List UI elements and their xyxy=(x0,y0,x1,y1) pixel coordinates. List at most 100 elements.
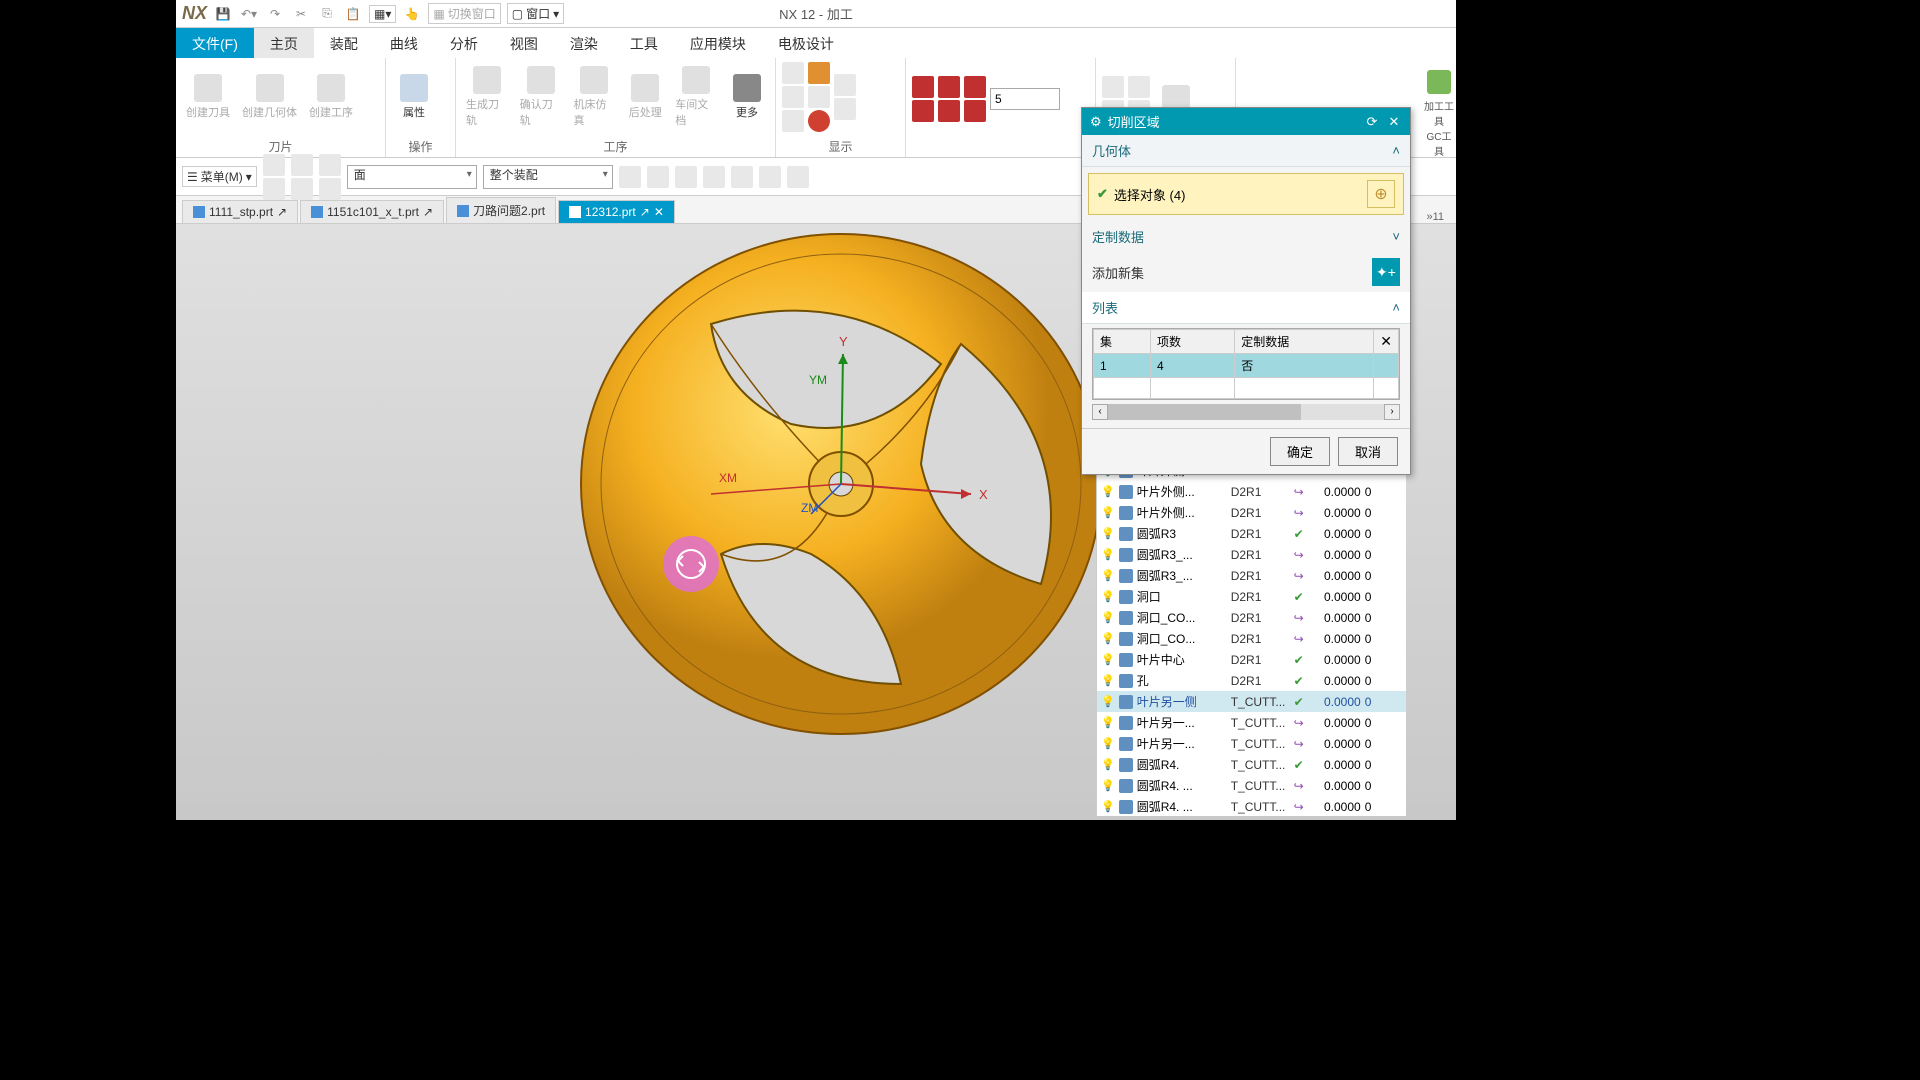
copy-icon[interactable]: ⎘ xyxy=(317,4,337,24)
lightbulb-icon[interactable]: 💡 xyxy=(1101,800,1115,813)
operation-row[interactable]: 💡洞口_CO...D2R1↪0.00000 xyxy=(1097,628,1406,649)
play-next-icon[interactable] xyxy=(938,100,960,122)
target-icon[interactable]: ⊕ xyxy=(1367,180,1395,208)
create-operation-button[interactable]: 创建工序 xyxy=(305,70,357,124)
ok-button[interactable]: 确定 xyxy=(1270,437,1330,466)
lightbulb-icon[interactable]: 💡 xyxy=(1101,485,1115,498)
sel-mode-4[interactable] xyxy=(291,178,313,200)
operation-row[interactable]: 💡叶片外侧...D2R1↪0.00000 xyxy=(1097,502,1406,523)
operation-row[interactable]: 💡圆弧R3_...D2R1↪0.00000 xyxy=(1097,544,1406,565)
window-menu-dropdown[interactable]: ▢ 窗口 ▾ xyxy=(507,3,564,24)
lightbulb-icon[interactable]: 💡 xyxy=(1101,632,1115,645)
operation-row[interactable]: 💡孔D2R1✔0.00000 xyxy=(1097,670,1406,691)
menu-electrode[interactable]: 电极设计 xyxy=(762,28,850,58)
sel-mode-6[interactable] xyxy=(319,178,341,200)
lightbulb-icon[interactable]: 💡 xyxy=(1101,653,1115,666)
col-set[interactable]: 集 xyxy=(1094,330,1151,354)
sel-tool-3[interactable] xyxy=(675,166,697,188)
redo-icon[interactable]: ↷ xyxy=(265,4,285,24)
lightbulb-icon[interactable]: 💡 xyxy=(1101,716,1115,729)
dialog-titlebar[interactable]: ⚙ 切削区域 ⟳ ✕ xyxy=(1082,108,1410,135)
undo-icon[interactable]: ↶▾ xyxy=(239,4,259,24)
create-tool-button[interactable]: 创建刀具 xyxy=(182,70,234,124)
display-small-6[interactable] xyxy=(808,110,830,132)
operation-row[interactable]: 💡叶片外侧...D2R1↪0.00000 xyxy=(1097,481,1406,502)
menu-analysis[interactable]: 分析 xyxy=(434,28,494,58)
menu-file[interactable]: 文件(F) xyxy=(176,28,254,58)
more-button[interactable]: 更多 xyxy=(725,70,769,124)
sel-tool-7[interactable] xyxy=(787,166,809,188)
sel-tool-1[interactable] xyxy=(619,166,641,188)
menu-view[interactable]: 视图 xyxy=(494,28,554,58)
display-small-2[interactable] xyxy=(782,86,804,108)
play-speed-input[interactable] xyxy=(990,88,1060,110)
misc-3[interactable] xyxy=(1128,76,1150,98)
menu-app[interactable]: 应用模块 xyxy=(674,28,762,58)
create-geometry-button[interactable]: 创建几何体 xyxy=(238,70,301,124)
reset-icon[interactable]: ⟳ xyxy=(1364,114,1380,130)
tab-4[interactable]: 12312.prt↗✕ xyxy=(558,200,675,223)
lightbulb-icon[interactable]: 💡 xyxy=(1101,590,1115,603)
remove-icon[interactable]: ✕ xyxy=(1374,330,1399,354)
tab-ext-icon[interactable]: ↗ xyxy=(640,205,650,219)
menu-dropdown[interactable]: ☰ 菜单(M) ▾ xyxy=(182,166,257,187)
lightbulb-icon[interactable]: 💡 xyxy=(1101,737,1115,750)
col-count[interactable]: 项数 xyxy=(1150,330,1234,354)
close-icon[interactable]: ✕ xyxy=(1386,114,1402,130)
operation-row[interactable]: 💡圆弧R4. ...T_CUTT...↪0.00000 xyxy=(1097,796,1406,816)
display-small-5[interactable] xyxy=(808,86,830,108)
shop-doc-button[interactable]: 车间文档 xyxy=(671,62,721,132)
operation-row[interactable]: 💡圆弧R4. ...T_CUTT...↪0.00000 xyxy=(1097,775,1406,796)
table-row[interactable]: 1 4 否 xyxy=(1094,354,1399,378)
set-list-table[interactable]: 集 项数 定制数据 ✕ 1 4 否 xyxy=(1092,328,1400,400)
operation-row[interactable]: 💡叶片中心D2R1✔0.00000 xyxy=(1097,649,1406,670)
play-first-icon[interactable] xyxy=(912,76,934,98)
display-small-3[interactable] xyxy=(782,110,804,132)
play-back-icon[interactable] xyxy=(938,76,960,98)
tab-1[interactable]: 1111_stp.prt↗ xyxy=(182,200,298,223)
display-small-4[interactable] xyxy=(808,62,830,84)
play-last-icon[interactable] xyxy=(964,76,986,98)
generate-toolpath-button[interactable]: 生成刀轨 xyxy=(462,62,512,132)
menu-assembly[interactable]: 装配 xyxy=(314,28,374,58)
tab-close-icon[interactable]: ✕ xyxy=(654,205,664,219)
scroll-left-icon[interactable]: ‹ xyxy=(1092,404,1108,420)
sel-mode-1[interactable] xyxy=(263,154,285,176)
verify-toolpath-button[interactable]: 确认刀轨 xyxy=(516,62,566,132)
operation-row[interactable]: 💡洞口D2R1✔0.00000 xyxy=(1097,586,1406,607)
lightbulb-icon[interactable]: 💡 xyxy=(1101,569,1115,582)
sel-tool-2[interactable] xyxy=(647,166,669,188)
lightbulb-icon[interactable]: 💡 xyxy=(1101,506,1115,519)
list-section-header[interactable]: 列表 ˄ xyxy=(1082,292,1410,324)
lightbulb-icon[interactable]: 💡 xyxy=(1101,695,1115,708)
display-small-1[interactable] xyxy=(782,62,804,84)
play-end-icon[interactable] xyxy=(964,100,986,122)
tab-overflow[interactable]: »11 xyxy=(1426,211,1450,223)
sel-tool-6[interactable] xyxy=(759,166,781,188)
tab-ext-icon[interactable]: ↗ xyxy=(423,205,433,219)
lightbulb-icon[interactable]: 💡 xyxy=(1101,611,1115,624)
menu-render[interactable]: 渲染 xyxy=(554,28,614,58)
lightbulb-icon[interactable]: 💡 xyxy=(1101,527,1115,540)
display-small-7[interactable] xyxy=(834,74,856,96)
sel-tool-5[interactable] xyxy=(731,166,753,188)
custom-data-row[interactable]: 定制数据 ˅ xyxy=(1082,221,1410,252)
lightbulb-icon[interactable]: 💡 xyxy=(1101,779,1115,792)
select-object-row[interactable]: ✔ 选择对象 (4) ⊕ xyxy=(1088,173,1404,215)
operation-row[interactable]: 💡圆弧R3_...D2R1↪0.00000 xyxy=(1097,565,1406,586)
operation-row[interactable]: 💡叶片另一...T_CUTT...↪0.00000 xyxy=(1097,712,1406,733)
operation-navigator[interactable]: 💡叶片外侧D2R1✔0.00000💡叶片外侧...D2R1↪0.00000💡叶片… xyxy=(1096,460,1406,816)
operation-row[interactable]: 💡圆弧R4.T_CUTT...✔0.00000 xyxy=(1097,754,1406,775)
operation-row[interactable]: 💡叶片另一侧T_CUTT...✔0.00000 xyxy=(1097,691,1406,712)
cancel-button[interactable]: 取消 xyxy=(1338,437,1398,466)
touch-icon[interactable]: 👆 xyxy=(402,4,422,24)
operation-row[interactable]: 💡洞口_CO...D2R1↪0.00000 xyxy=(1097,607,1406,628)
tab-3[interactable]: 刀路问题2.prt xyxy=(446,197,556,223)
menu-curve[interactable]: 曲线 xyxy=(374,28,434,58)
lightbulb-icon[interactable]: 💡 xyxy=(1101,758,1115,771)
sel-mode-3[interactable] xyxy=(291,154,313,176)
scroll-right-icon[interactable]: › xyxy=(1384,404,1400,420)
machine-sim-button[interactable]: 机床仿真 xyxy=(570,62,620,132)
menu-home[interactable]: 主页 xyxy=(254,28,314,58)
selection-filter-dropdown[interactable]: 面 xyxy=(347,165,477,189)
